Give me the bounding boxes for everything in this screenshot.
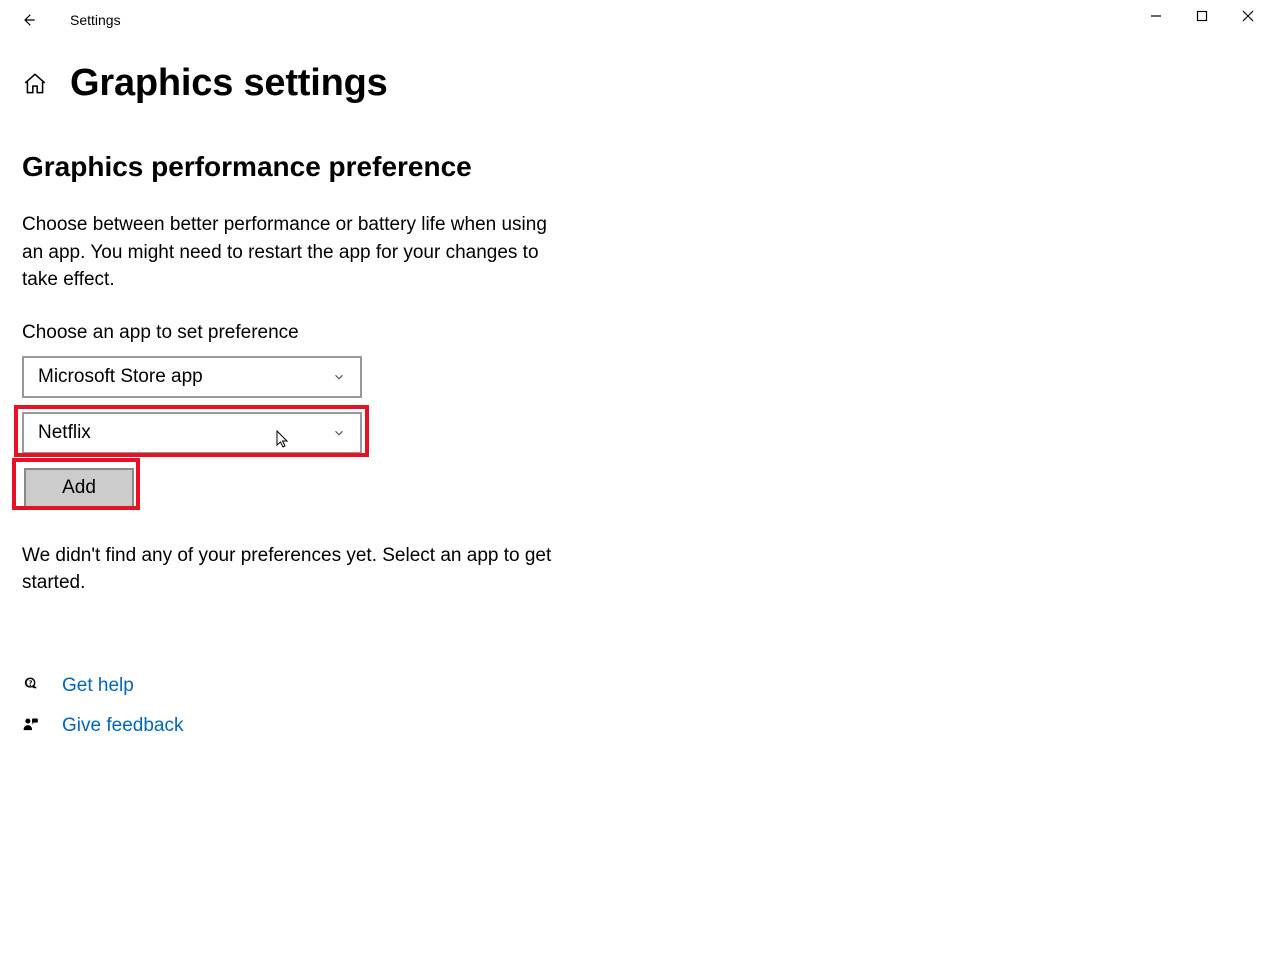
give-feedback-link[interactable]: Give feedback: [62, 715, 183, 737]
app-type-value: Microsoft Store app: [38, 366, 203, 388]
page-title: Graphics settings: [70, 62, 388, 105]
page-content: Graphics settings Graphics performance p…: [0, 40, 1271, 737]
maximize-button[interactable]: [1179, 0, 1225, 32]
page-heading: Graphics settings: [22, 62, 1271, 105]
close-button[interactable]: [1225, 0, 1271, 32]
chevron-down-icon: [332, 370, 346, 384]
get-help-link[interactable]: Get help: [62, 675, 134, 697]
feedback-row: Give feedback: [22, 715, 1271, 737]
caption-buttons: [1133, 0, 1271, 32]
section-title: Graphics performance preference: [22, 151, 1271, 183]
add-button-label: Add: [62, 477, 96, 499]
add-button[interactable]: Add: [24, 468, 134, 508]
back-button[interactable]: [18, 10, 38, 30]
section-description: Choose between better performance or bat…: [22, 211, 562, 294]
chevron-down-icon: [332, 426, 346, 440]
app-type-dropdown[interactable]: Microsoft Store app: [22, 356, 362, 398]
no-preferences-text: We didn't find any of your preferences y…: [22, 542, 562, 597]
home-icon[interactable]: [22, 71, 48, 97]
help-row: Get help: [22, 675, 1271, 697]
help-icon: [22, 676, 42, 696]
feedback-icon: [22, 716, 42, 736]
app-select-value: Netflix: [38, 422, 91, 444]
window-title: Settings: [70, 12, 121, 28]
dropdown-label: Choose an app to set preference: [22, 322, 1271, 344]
app-select-dropdown[interactable]: Netflix: [22, 412, 362, 454]
minimize-button[interactable]: [1133, 0, 1179, 32]
titlebar: Settings: [0, 0, 1271, 40]
